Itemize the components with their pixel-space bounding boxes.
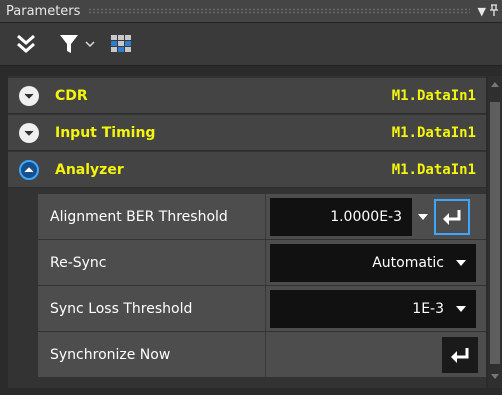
scroll-up-icon[interactable] bbox=[491, 82, 499, 87]
param-label: Re-Sync bbox=[38, 240, 266, 285]
section-source: M1.DataIn1 bbox=[391, 161, 476, 178]
chevron-down-icon bbox=[418, 213, 428, 220]
enter-icon bbox=[443, 209, 461, 225]
grid-layout-icon[interactable] bbox=[111, 35, 131, 53]
filter-dropdown-icon[interactable] bbox=[85, 40, 95, 48]
section-source: M1.DataIn1 bbox=[391, 124, 476, 141]
expand-icon[interactable] bbox=[19, 85, 39, 106]
section-name: Analyzer bbox=[55, 161, 124, 178]
section-analyzer[interactable]: Analyzer M1.DataIn1 bbox=[8, 152, 486, 188]
panel-title: Parameters bbox=[6, 3, 81, 19]
toolbar bbox=[0, 22, 502, 66]
param-synchronize-now: Synchronize Now bbox=[38, 332, 486, 378]
param-resync: Re-Sync Automatic bbox=[38, 240, 486, 286]
value-dropdown-button[interactable] bbox=[412, 198, 434, 236]
field-value: Automatic bbox=[372, 254, 444, 271]
field-value: 1.0000E-3 bbox=[330, 208, 402, 225]
param-alignment-ber-threshold: Alignment BER Threshold 1.0000E-3 bbox=[38, 194, 486, 240]
section-source: M1.DataIn1 bbox=[391, 87, 476, 104]
section-cdr[interactable]: CDR M1.DataIn1 bbox=[8, 78, 486, 114]
filter-icon[interactable] bbox=[60, 34, 78, 54]
expand-icon[interactable] bbox=[19, 122, 39, 143]
collapse-icon[interactable] bbox=[19, 159, 39, 180]
param-label: Sync Loss Threshold bbox=[38, 286, 266, 331]
field-value: 1E-3 bbox=[412, 300, 444, 317]
synchronize-now-button[interactable] bbox=[442, 336, 478, 373]
pin-icon[interactable] bbox=[490, 3, 498, 19]
param-label: Synchronize Now bbox=[38, 332, 266, 377]
chevron-down-icon bbox=[456, 305, 466, 312]
apply-button[interactable] bbox=[434, 198, 470, 235]
resync-select[interactable]: Automatic bbox=[270, 243, 476, 282]
chevron-down-icon bbox=[456, 259, 466, 266]
enter-icon bbox=[451, 347, 469, 363]
param-label: Alignment BER Threshold bbox=[38, 194, 266, 239]
alignment-ber-value[interactable]: 1.0000E-3 bbox=[270, 197, 412, 236]
scrollbar-thumb[interactable] bbox=[490, 102, 500, 364]
section-input-timing[interactable]: Input Timing M1.DataIn1 bbox=[8, 115, 486, 151]
section-name: Input Timing bbox=[55, 124, 156, 141]
parameters-content: CDR M1.DataIn1 Input Timing M1.DataIn1 A… bbox=[8, 76, 486, 388]
vertical-scrollbar[interactable] bbox=[488, 76, 502, 388]
panel-titlebar: Parameters ▼ bbox=[0, 0, 502, 22]
scroll-down-icon[interactable] bbox=[491, 374, 499, 379]
param-sync-loss-threshold: Sync Loss Threshold 1E-3 bbox=[38, 286, 486, 332]
sync-loss-select[interactable]: 1E-3 bbox=[270, 289, 476, 328]
section-name: CDR bbox=[55, 87, 88, 104]
double-chevron-down-icon[interactable] bbox=[14, 32, 38, 56]
dropdown-icon[interactable]: ▼ bbox=[478, 5, 486, 18]
drag-grip[interactable] bbox=[88, 8, 470, 14]
